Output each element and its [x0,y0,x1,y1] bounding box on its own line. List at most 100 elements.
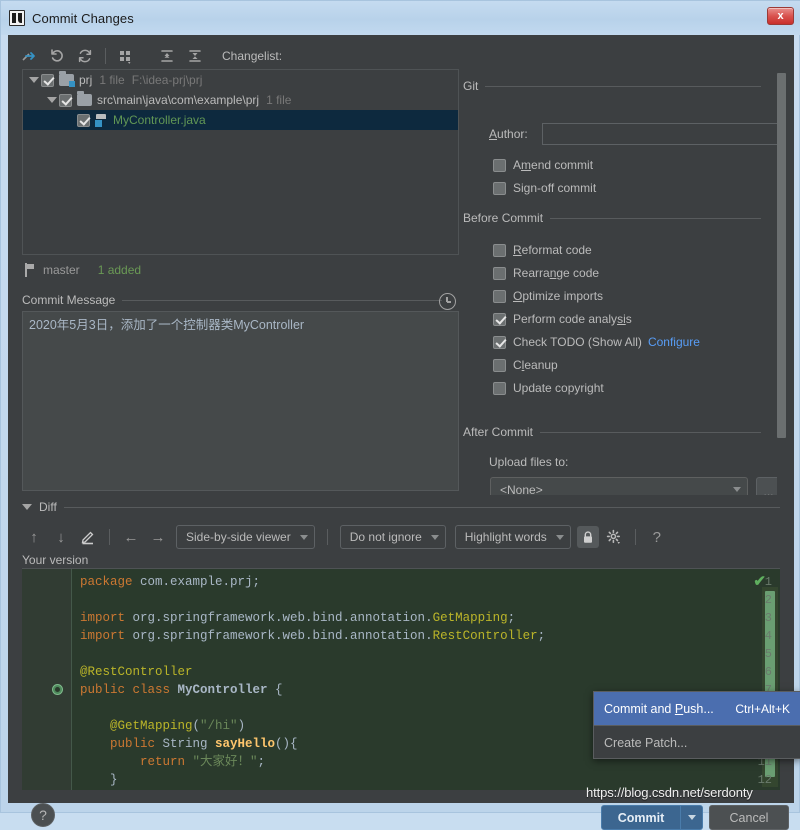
checkbox-update-copyright[interactable]: Update copyright [493,379,604,397]
arrow-left-icon[interactable]: ← [119,525,143,549]
code-token: ; [537,629,546,643]
checkbox-amend-commit[interactable]: Amend commit [493,156,593,174]
checkbox-optimize-imports[interactable]: Optimize imports [493,287,603,305]
arrow-down-icon[interactable]: ↓ [49,525,73,549]
group-by-icon[interactable] [113,44,139,68]
checkbox-label: Sign-off commit [513,181,597,195]
before-commit-title-text: Before Commit [463,211,544,225]
tree-row-checkbox[interactable] [41,73,54,87]
commit-dropdown-arrow[interactable] [681,805,703,830]
show-diff-icon[interactable] [16,44,42,68]
menu-item-label: Create Patch... [604,735,688,750]
chevron-down-icon[interactable] [22,504,32,510]
tree-row[interactable]: MyController.java [23,110,458,130]
changelist-label-text: Changelist: [222,49,283,63]
checkbox-label: Perform code analysis [513,312,632,326]
checkbox-box[interactable] [493,289,506,303]
close-icon[interactable]: x [767,7,794,25]
section-rule [485,85,761,87]
pencil-icon[interactable] [76,525,100,549]
commit-button[interactable]: Commit [601,805,681,830]
code-token: RestController [432,629,538,643]
code-token: @RestController [80,665,193,679]
author-field[interactable] [542,123,783,145]
question-mark-icon[interactable]: ? [645,525,669,549]
checkbox-box[interactable] [493,243,506,257]
checkbox-box[interactable] [493,358,506,372]
intellij-idea-icon [9,10,25,26]
title-bar: Commit Changes x [1,1,800,35]
checkbox-box[interactable] [493,158,506,172]
configure-link[interactable]: Configure [648,335,700,349]
diff-section-header: Diff [22,500,780,514]
checkbox-reformat-code[interactable]: Reformat code [493,241,592,259]
code-line: } [80,789,88,790]
project-folder-icon [59,71,75,87]
viewer-mode-value: Side-by-side viewer [186,530,291,544]
tree-row[interactable]: prj 1 file F:\idea-prj\prj [23,70,458,90]
chevron-down-icon[interactable] [45,97,59,103]
commit-options-panel: Git Author: Before Commit After Commit U… [463,73,794,495]
code-token: ; [257,755,266,769]
checkbox-label: Rearrange code [513,266,600,280]
section-rule [540,431,761,433]
dialog-content: Changelist: Default Changelist prj1 file… [8,35,794,830]
code-token: import [80,629,133,643]
options-scrollbar-thumb[interactable] [777,73,786,438]
window-title: Commit Changes [32,10,134,26]
tree-row-file-count: 1 file [99,73,125,87]
checkbox-box[interactable] [493,335,506,349]
code-line: public String sayHello(){ [80,735,298,753]
lock-icon[interactable] [576,526,599,548]
checkbox-cleanup[interactable]: Cleanup [493,356,558,374]
tree-row[interactable]: src\main\java\com\example\prj 1 file [23,90,458,110]
checkbox-box[interactable] [493,181,506,195]
history-clock-icon[interactable] [439,293,456,310]
changed-files-tree[interactable]: prj 1 file F:\idea-prj\prj src\main\java\co… [22,69,459,255]
refresh-icon[interactable] [72,44,98,68]
code-token: public [80,737,163,751]
checkbox-check-todo[interactable]: Check TODO (Show All) Configure [493,333,700,351]
code-token: public class [80,683,178,697]
highlight-mode-value: Highlight words [464,530,547,544]
toolbar-divider-1 [105,48,106,64]
commit-message-input[interactable]: 2020年5月3日，添加了一个控制器类MyController [22,311,459,491]
chevron-down-icon [555,534,564,540]
menu-item-create-patch[interactable]: Create Patch... [594,726,800,759]
arrow-up-icon[interactable]: ↑ [22,525,46,549]
rollback-icon[interactable] [44,44,70,68]
branch-status-row: master 1 added [24,261,141,279]
help-button[interactable]: ? [31,803,55,827]
code-line: package com.example.prj; [80,573,260,591]
menu-item-commit-and-push[interactable]: Commit and Push... Ctrl+Alt+K [594,692,800,725]
branch-added-count: 1 added [97,263,142,277]
code-token: MyController [177,683,268,697]
checkbox-box[interactable] [493,266,506,280]
code-token: com.example.prj; [140,575,261,589]
viewer-mode-dropdown[interactable]: Side-by-side viewer [176,525,315,549]
chevron-down-icon[interactable] [27,77,41,83]
tree-row-checkbox[interactable] [77,113,90,127]
checkbox-box[interactable] [493,381,506,395]
cancel-button[interactable]: Cancel [709,805,789,830]
code-token: } [80,773,118,787]
gear-icon[interactable] [602,525,626,549]
tree-row-checkbox[interactable] [59,93,72,107]
checkbox-rearrange-code[interactable]: Rearrange code [493,264,599,282]
collapse-all-icon[interactable] [182,44,208,68]
diff-toolbar-divider-1 [109,529,110,545]
highlight-mode-dropdown[interactable]: Highlight words [454,525,571,549]
checkbox-sign-off-commit[interactable]: Sign-off commit [493,179,596,197]
code-line: @GetMapping("/hi") [80,717,245,735]
gutter-run-icon[interactable] [52,684,63,695]
whitespace-mode-dropdown[interactable]: Do not ignore [339,525,446,549]
checkbox-box[interactable] [493,312,506,326]
upload-files-dropdown[interactable]: <None> [490,477,748,495]
chevron-down-icon [687,815,696,820]
code-token: (){ [275,737,298,751]
chevron-down-icon [430,534,439,540]
checkbox-perform-code-analysis[interactable]: Perform code analysis [493,310,632,328]
arrow-right-icon[interactable]: → [146,525,170,549]
code-token: sayHello [215,737,276,751]
expand-all-icon[interactable] [154,44,180,68]
